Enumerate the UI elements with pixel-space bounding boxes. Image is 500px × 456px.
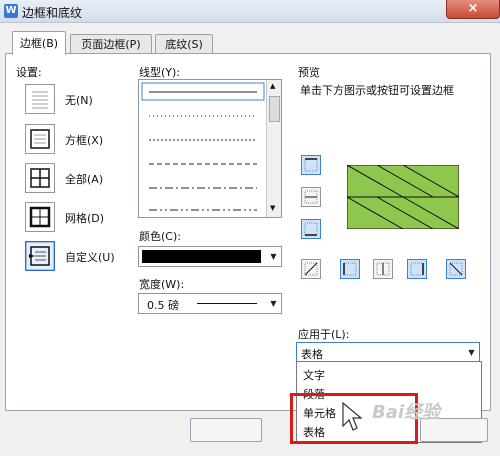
apply-to-label: 应用于(L): — [298, 328, 350, 341]
width-line-sample — [197, 303, 257, 304]
inside-horizontal-border-icon — [304, 190, 318, 204]
close-button[interactable]: × — [446, 0, 500, 19]
mouse-cursor-icon — [342, 401, 363, 435]
settings-heading: 设置: — [16, 66, 42, 79]
setting-box[interactable]: 方框(X) — [25, 124, 125, 156]
preview-hint: 单击下方图示或按钮可设置边框 — [300, 84, 454, 97]
border-custom-icon — [25, 241, 55, 271]
top-border-icon — [304, 158, 318, 172]
inside-vertical-border-icon — [376, 262, 390, 276]
chevron-down-icon: ▼ — [270, 252, 277, 261]
color-label: 颜色(C): — [139, 230, 181, 243]
setting-none-label: 无(N) — [65, 94, 93, 107]
option-text[interactable]: 文字 — [303, 367, 325, 383]
preview-heading: 预览 — [298, 66, 320, 79]
diagonal-up-icon — [304, 262, 318, 276]
diagonal-down-icon — [449, 262, 463, 276]
right-border-icon — [410, 262, 424, 276]
line-style-samples — [141, 82, 265, 211]
border-none-icon — [25, 84, 55, 114]
border-all-icon — [25, 163, 55, 193]
border-box-icon — [25, 124, 55, 154]
apply-to-select[interactable]: 表格 ▼ — [296, 342, 480, 363]
right-border-button[interactable] — [407, 259, 427, 279]
options-button[interactable] — [190, 418, 262, 442]
scroll-down-icon[interactable]: ▼ — [270, 204, 275, 212]
width-select[interactable]: 0.5 磅 ▼ — [138, 293, 282, 314]
setting-custom-label: 自定义(U) — [65, 251, 115, 264]
preview-box[interactable] — [346, 164, 460, 230]
chevron-down-icon: ▼ — [468, 348, 475, 357]
scroll-thumb[interactable] — [269, 96, 280, 122]
diagonal-down-border-button[interactable] — [446, 259, 466, 279]
left-border-icon — [343, 262, 357, 276]
setting-all-label: 全部(A) — [65, 173, 104, 186]
tab-borders[interactable]: 边框(B) — [12, 31, 66, 55]
setting-custom[interactable]: 自定义(U) — [25, 241, 125, 273]
top-border-button[interactable] — [301, 155, 321, 175]
scroll-up-icon[interactable]: ▲ — [270, 82, 275, 90]
setting-grid[interactable]: 网格(D) — [25, 202, 125, 234]
color-select[interactable]: ▼ — [138, 246, 282, 267]
diagonal-up-border-button[interactable] — [301, 259, 321, 279]
setting-none[interactable]: 无(N) — [25, 84, 125, 116]
width-value: 0.5 磅 — [147, 299, 179, 312]
bottom-border-icon — [304, 222, 318, 236]
apply-to-value: 表格 — [301, 348, 323, 361]
line-style-label: 线型(Y): — [139, 66, 181, 79]
inside-vertical-border-button[interactable] — [373, 259, 393, 279]
tab-page-borders[interactable]: 页面边框(P) — [70, 34, 152, 54]
window-title: 边框和底纹 — [22, 6, 83, 20]
setting-grid-label: 网格(D) — [65, 212, 105, 225]
left-border-button[interactable] — [340, 259, 360, 279]
watermark: Bai经验 — [372, 402, 441, 423]
line-style-list[interactable]: ▲ ▼ — [138, 79, 282, 218]
color-swatch — [142, 250, 261, 263]
setting-all[interactable]: 全部(A) — [25, 163, 125, 195]
width-label: 宽度(W): — [139, 278, 185, 291]
setting-box-label: 方框(X) — [65, 134, 104, 147]
bottom-border-button[interactable] — [301, 219, 321, 239]
chevron-down-icon: ▼ — [270, 299, 277, 308]
border-grid-icon — [25, 202, 55, 232]
inside-horizontal-border-button[interactable] — [301, 187, 321, 207]
app-icon: W — [4, 4, 18, 18]
tab-shading[interactable]: 底纹(S) — [155, 34, 213, 54]
line-style-scrollbar[interactable]: ▲ ▼ — [266, 80, 281, 217]
